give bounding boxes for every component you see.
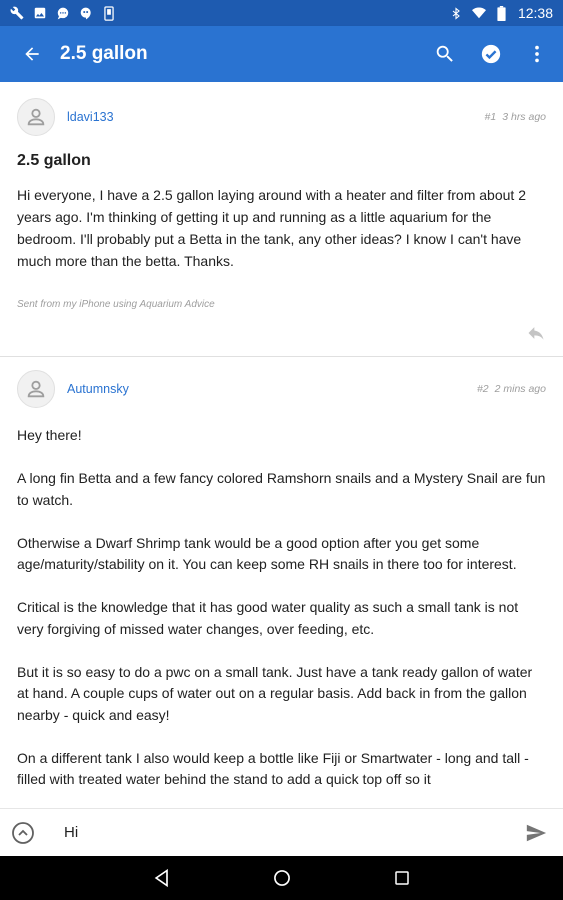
app-toolbar: 2.5 gallon: [0, 26, 563, 82]
reply-button[interactable]: [525, 322, 547, 344]
post-meta: #1 3 hrs ago: [479, 111, 546, 123]
more-vert-icon: [535, 45, 539, 63]
post-header: Autumnsky #2 2 mins ago: [17, 357, 546, 421]
nav-recents-button[interactable]: [382, 858, 422, 898]
post-item: ldavi133 #1 3 hrs ago 2.5 gallon Hi every…: [0, 82, 563, 356]
reply-composer: [0, 808, 563, 856]
mark-read-button[interactable]: [479, 42, 503, 66]
page-title: 2.5 gallon: [60, 43, 148, 64]
post-meta: #2 2 mins ago: [471, 383, 546, 395]
search-button[interactable]: [433, 42, 457, 66]
check-circle-icon: [481, 44, 501, 64]
chat-bubble-icon: [56, 6, 70, 20]
nav-home-button[interactable]: [262, 858, 302, 898]
expand-composer-button[interactable]: [11, 821, 35, 845]
post-time: 3 hrs ago: [502, 111, 546, 123]
post-body: Hi everyone, I have a 2.5 gallon laying …: [17, 184, 546, 272]
post-number: #2: [476, 383, 489, 395]
post-paragraph: Hi everyone, I have a 2.5 gallon laying …: [17, 187, 526, 269]
send-button[interactable]: [523, 820, 549, 846]
post-actions: [17, 310, 546, 356]
wifi-icon: [471, 6, 486, 20]
wrench-icon: [10, 6, 24, 20]
post-signature: Sent from my iPhone using Aquarium Advic…: [17, 299, 215, 310]
more-options-button[interactable]: [525, 42, 549, 66]
person-outline-icon: [27, 108, 45, 126]
phone-outline-icon: [102, 5, 116, 21]
avatar[interactable]: [17, 370, 55, 408]
post-paragraph: Otherwise a Dwarf Shrimp tank would be a…: [17, 534, 517, 573]
post-time: 2 mins ago: [494, 383, 546, 395]
arrow-left-icon: [25, 47, 39, 61]
post-author[interactable]: ldavi133: [67, 110, 479, 124]
hangouts-icon: [79, 6, 93, 20]
post-title: 2.5 gallon: [17, 152, 91, 169]
post-item: Autumnsky #2 2 mins ago Hey there! A long…: [0, 357, 563, 791]
reply-icon: [528, 327, 544, 340]
post-body: Hey there! A long fin Betta and a few fa…: [17, 425, 546, 791]
post-paragraph: But it is so easy to do a pwc on a small…: [17, 663, 533, 723]
avatar[interactable]: [17, 98, 55, 136]
nav-back-button[interactable]: [142, 858, 182, 898]
image-icon: [33, 6, 47, 20]
post-paragraph: On a different tank I also would keep a …: [17, 749, 529, 788]
circle-home-icon: [273, 870, 290, 886]
send-icon: [526, 824, 547, 841]
bluetooth-icon: [449, 6, 463, 20]
post-paragraph: Critical is the knowledge that it has go…: [17, 599, 519, 637]
post-number: #1: [484, 111, 497, 123]
back-button[interactable]: [20, 42, 44, 66]
post-paragraph: A long fin Betta and a few fancy colored…: [17, 470, 546, 508]
triangle-back-icon: [154, 868, 168, 888]
post-header: ldavi133 #1 3 hrs ago: [17, 82, 546, 152]
person-outline-icon: [27, 380, 45, 398]
clock-time: 12:38: [517, 5, 553, 21]
thread-content[interactable]: ldavi133 #1 3 hrs ago 2.5 gallon Hi every…: [0, 82, 563, 808]
battery-icon: [495, 5, 509, 21]
reply-input[interactable]: [62, 816, 523, 849]
chevron-up-circle-icon: [12, 821, 34, 844]
post-paragraph: Hey there!: [17, 427, 82, 443]
post-author[interactable]: Autumnsky: [67, 382, 471, 396]
status-bar: 12:38: [0, 0, 563, 26]
search-icon: [436, 45, 453, 62]
system-nav-bar: [0, 856, 563, 900]
square-recents-icon: [394, 871, 409, 885]
